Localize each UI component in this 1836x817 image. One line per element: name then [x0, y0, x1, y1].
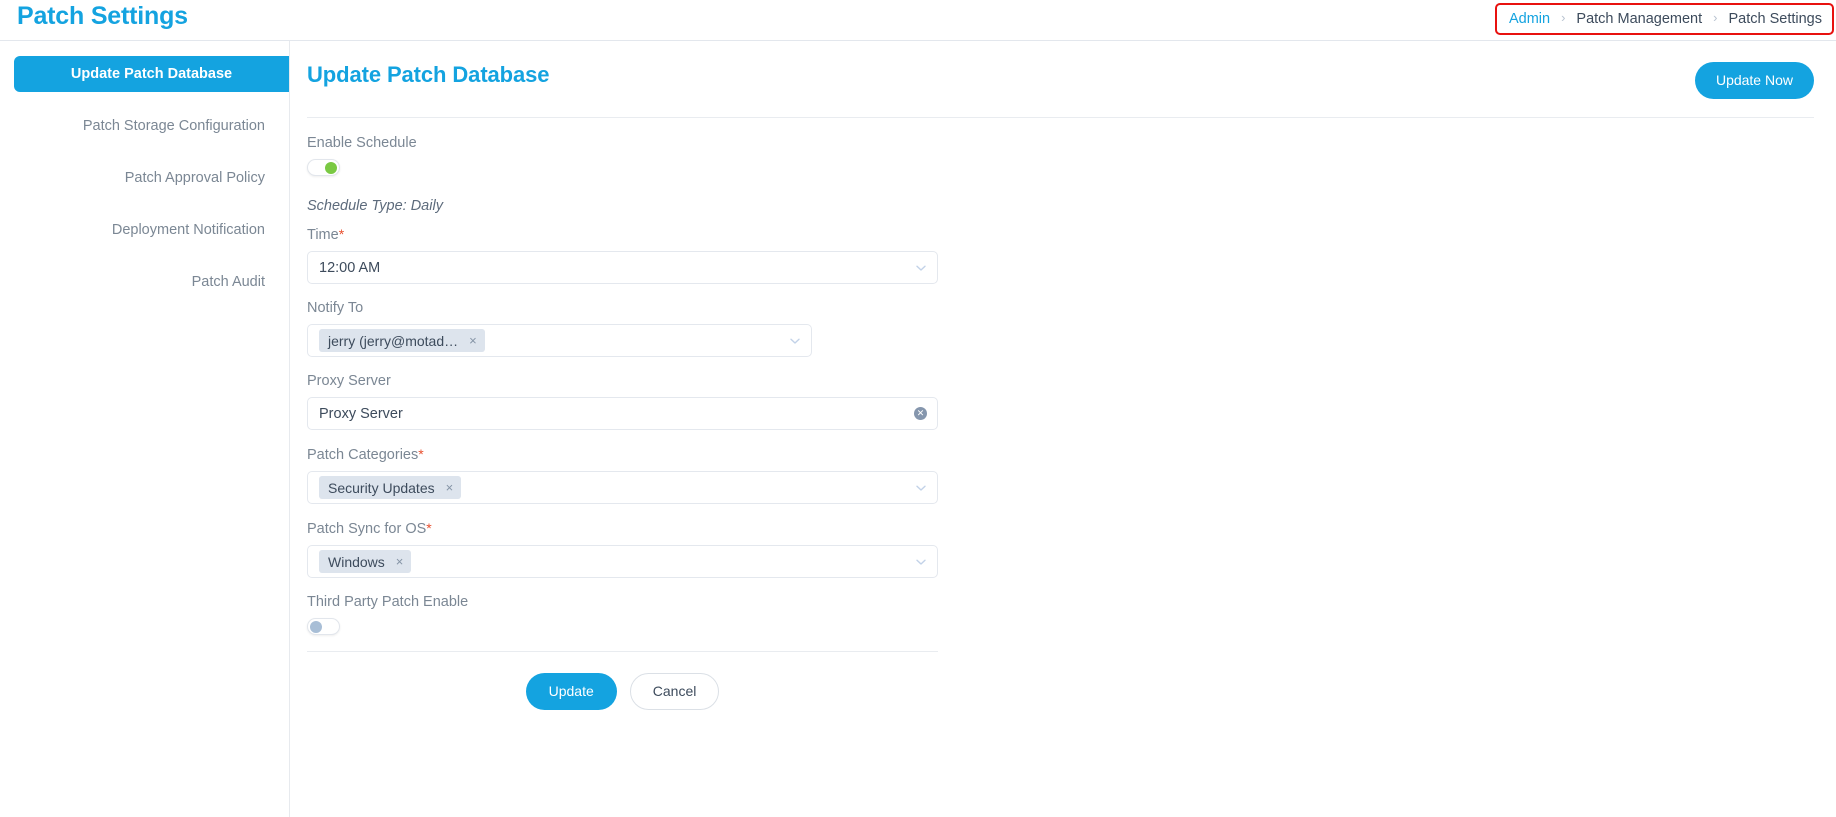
form-divider	[307, 651, 938, 652]
proxy-server-field: Proxy Server Proxy Server ✕	[307, 373, 938, 430]
chip-label: Windows	[328, 553, 385, 570]
time-value: 12:00 AM	[319, 259, 381, 276]
proxy-server-input[interactable]: Proxy Server ✕	[307, 397, 938, 430]
chevron-down-icon	[915, 556, 927, 568]
chip-label: jerry (jerry@motad…	[328, 332, 459, 349]
sidebar-item-patch-audit[interactable]: Patch Audit	[14, 264, 289, 300]
enable-schedule-toggle[interactable]	[307, 159, 340, 176]
breadcrumb: Admin › Patch Management › Patch Setting…	[1494, 3, 1834, 35]
patch-categories-field: Patch Categories* Security Updates ×	[307, 446, 938, 504]
breadcrumb-separator-icon: ›	[1561, 10, 1566, 25]
notify-to-chip[interactable]: jerry (jerry@motad… ×	[319, 329, 485, 352]
notify-to-multiselect[interactable]: jerry (jerry@motad… ×	[307, 324, 812, 357]
sidebar-item-patch-approval-policy[interactable]: Patch Approval Policy	[14, 160, 289, 196]
breadcrumb-item-patch-settings: Patch Settings	[1728, 10, 1823, 27]
notify-to-label: Notify To	[307, 300, 364, 316]
time-field: Time* 12:00 AM	[307, 226, 938, 284]
sidebar-item-deployment-notification[interactable]: Deployment Notification	[14, 212, 289, 248]
page-title: Patch Settings	[17, 2, 188, 30]
patch-categories-label: Patch Categories*	[307, 446, 424, 463]
patch-categories-multiselect[interactable]: Security Updates ×	[307, 471, 938, 504]
chip-remove-icon[interactable]: ×	[446, 481, 454, 494]
top-header-bar: Patch Settings Admin › Patch Management …	[0, 0, 1836, 41]
required-asterisk: *	[338, 226, 345, 242]
toggle-knob	[310, 620, 322, 633]
chevron-down-icon	[789, 335, 801, 347]
sidebar-item-label: Deployment Notification	[111, 222, 265, 238]
schedule-type-text: Schedule Type: Daily	[307, 198, 443, 214]
sidebar-nav: Update Patch Database Patch Storage Conf…	[0, 41, 290, 817]
sidebar-item-update-patch-database[interactable]: Update Patch Database	[14, 56, 289, 92]
time-select[interactable]: 12:00 AM	[307, 251, 938, 284]
patch-sync-os-multiselect[interactable]: Windows ×	[307, 545, 938, 578]
sidebar-item-label: Patch Approval Policy	[124, 170, 265, 186]
third-party-patch-toggle[interactable]	[307, 618, 340, 635]
required-asterisk: *	[418, 446, 424, 462]
required-asterisk: *	[426, 520, 432, 536]
patch-sync-os-field: Patch Sync for OS* Windows ×	[307, 520, 938, 578]
section-title: Update Patch Database	[307, 62, 550, 87]
sidebar-item-label: Patch Storage Configuration	[82, 118, 265, 134]
chip-remove-icon[interactable]: ×	[469, 334, 477, 347]
breadcrumb-item-patch-management[interactable]: Patch Management	[1576, 11, 1702, 27]
sidebar-item-label: Patch Audit	[191, 274, 265, 290]
sidebar-item-label: Update Patch Database	[70, 66, 233, 82]
chip-remove-icon[interactable]: ×	[396, 555, 404, 568]
patch-sync-os-chip[interactable]: Windows ×	[319, 550, 412, 573]
patch-sync-os-label: Patch Sync for OS*	[307, 520, 432, 537]
sidebar-item-patch-storage-configuration[interactable]: Patch Storage Configuration	[14, 108, 289, 144]
patch-categories-chip[interactable]: Security Updates ×	[319, 476, 462, 499]
chevron-down-icon	[915, 262, 927, 274]
toggle-knob	[325, 161, 337, 174]
chip-label: Security Updates	[328, 479, 435, 496]
update-now-button[interactable]: Update Now	[1694, 62, 1814, 99]
proxy-server-label: Proxy Server	[307, 373, 391, 389]
form-actions: Update Cancel	[307, 673, 938, 710]
chevron-down-icon	[915, 482, 927, 494]
enable-schedule-label: Enable Schedule	[307, 135, 417, 151]
third-party-patch-label: Third Party Patch Enable	[307, 594, 469, 610]
content-header: Update Patch Database Update Now	[290, 41, 1836, 99]
notify-to-field: Notify To jerry (jerry@motad… ×	[307, 300, 930, 357]
settings-form: Enable Schedule Schedule Type: Daily Tim…	[290, 118, 938, 710]
time-label: Time*	[307, 226, 345, 243]
content-panel: Update Patch Database Update Now Enable …	[290, 41, 1836, 817]
main-wrapper: Update Patch Database Patch Storage Conf…	[0, 41, 1836, 817]
breadcrumb-separator-icon: ›	[1713, 10, 1718, 25]
cancel-button[interactable]: Cancel	[629, 673, 720, 710]
breadcrumb-item-admin[interactable]: Admin	[1509, 11, 1550, 27]
third-party-patch-field: Third Party Patch Enable	[307, 594, 930, 635]
proxy-server-value: Proxy Server	[319, 405, 403, 422]
clear-circle-icon[interactable]: ✕	[914, 407, 927, 420]
update-button[interactable]: Update	[525, 673, 617, 710]
enable-schedule-field: Enable Schedule	[307, 135, 930, 176]
